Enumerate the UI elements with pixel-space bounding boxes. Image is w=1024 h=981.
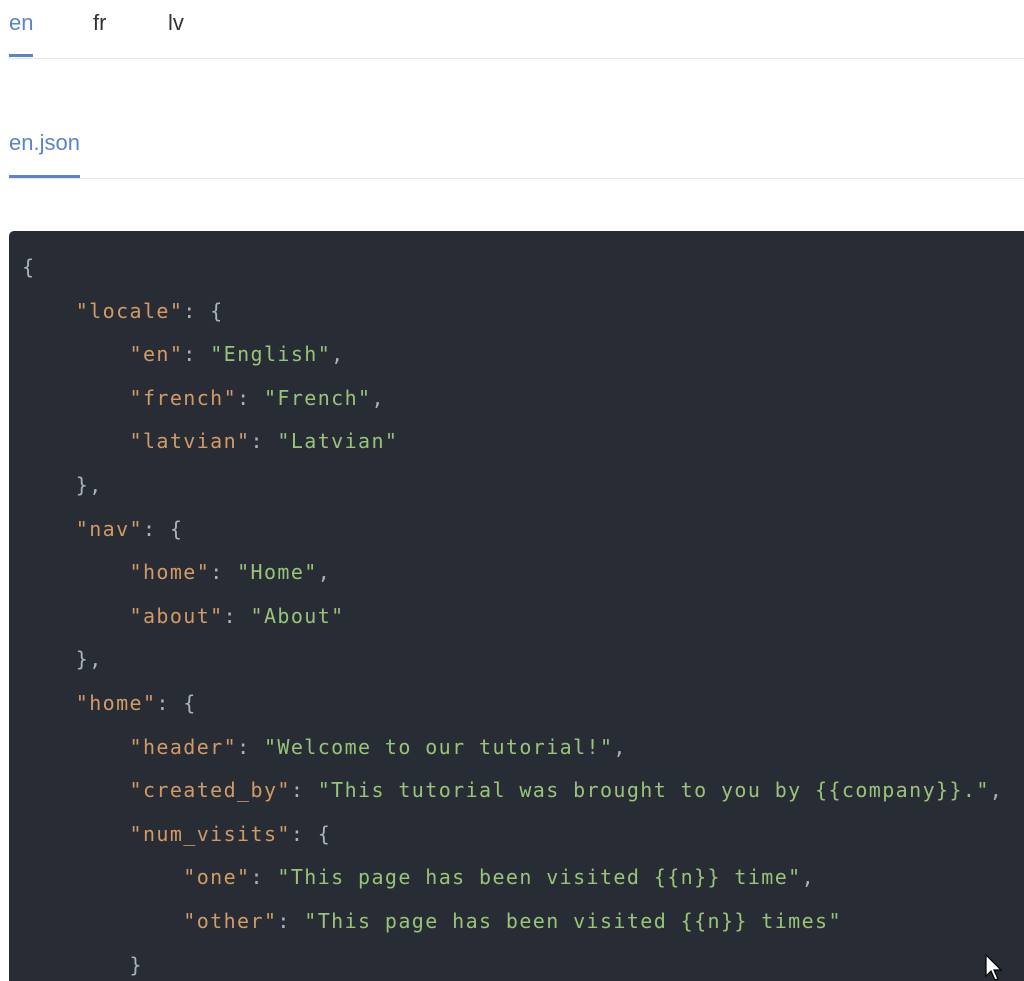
json-punctuation: , [801,865,816,890]
json-punctuation: , [613,734,627,759]
code-line: "other": "This page has been visited {{n… [22,905,1003,949]
json-string: "French" [263,385,372,410]
json-string: "English" [210,342,332,367]
code-block: { "locale": { "en": "English", "french":… [9,231,1024,981]
json-key: "header" [129,734,238,759]
code-line: "about": "About" [22,600,1003,644]
json-punctuation: : { [290,821,332,846]
json-punctuation: , [371,385,385,410]
json-key: "locale" [75,298,184,323]
json-punctuation: : [250,865,278,890]
code-line: }, [22,469,1003,513]
json-key: "home" [75,690,157,715]
code-line: "header": "Welcome to our tutorial!", [22,731,1003,775]
json-key: "other" [183,908,278,933]
code-line: "one": "This page has been visited {{n}}… [22,861,1003,905]
json-punctuation: : [183,342,211,367]
json-key: "one" [183,865,251,890]
json-string: "This page has been visited {{n}} times" [304,908,842,933]
code-line: } [22,949,1003,981]
json-punctuation: } [129,952,143,977]
json-key: "latvian" [129,429,251,454]
json-punctuation: : [237,385,264,410]
json-key: "created_by" [129,778,291,803]
json-punctuation: : [250,429,278,454]
language-tabs: en fr lv [9,0,1024,59]
code-line: "french": "French", [22,382,1003,426]
json-string: "Welcome to our tutorial!" [263,734,614,759]
code-line: "home": { [22,687,1003,731]
json-punctuation: , [331,342,345,367]
tab-en[interactable]: en [9,10,34,57]
json-punctuation: : [277,908,305,933]
json-key: "french" [129,385,238,410]
json-string: "This tutorial was brought to you by {{c… [317,778,990,803]
json-punctuation: }, [75,647,103,672]
file-tabs: en.json [9,120,1024,179]
json-punctuation: : [223,603,251,628]
json-punctuation: { [22,255,36,279]
code-line: "num_visits": { [22,818,1003,862]
json-key: "about" [129,603,224,628]
tab-en-json[interactable]: en.json [9,130,80,178]
tab-lv[interactable]: lv [168,10,184,36]
code-line: "en": "English", [22,338,1003,382]
code-line: "latvian": "Latvian" [22,425,1003,469]
json-punctuation: }, [75,472,103,497]
code-lines: { "locale": { "en": "English", "french":… [22,251,1003,981]
code-line: }, [22,643,1003,687]
json-key: "en" [129,342,184,367]
json-key: "home" [129,560,211,585]
json-punctuation: : [210,560,238,585]
code-line: "created_by": "This tutorial was brought… [22,774,1003,818]
json-punctuation: , [317,560,332,585]
json-punctuation: , [989,778,1004,803]
json-string: "Latvian" [277,429,399,454]
json-key: "num_visits" [129,821,291,846]
json-punctuation: : [290,778,318,803]
code-line: "locale": { [22,295,1003,339]
json-key: "nav" [75,516,143,541]
mouse-cursor-icon [985,954,1003,981]
code-line: "home": "Home", [22,556,1003,600]
json-punctuation: : [237,734,264,759]
json-punctuation: : { [156,690,197,715]
json-string: "About" [250,603,345,628]
json-string: "Home" [237,560,318,585]
code-line: "nav": { [22,513,1003,557]
json-punctuation: : { [142,516,184,541]
tab-fr[interactable]: fr [93,10,106,36]
code-line: { [22,251,1003,295]
json-string: "This page has been visited {{n}} time" [277,865,802,890]
json-punctuation: : { [183,298,224,323]
